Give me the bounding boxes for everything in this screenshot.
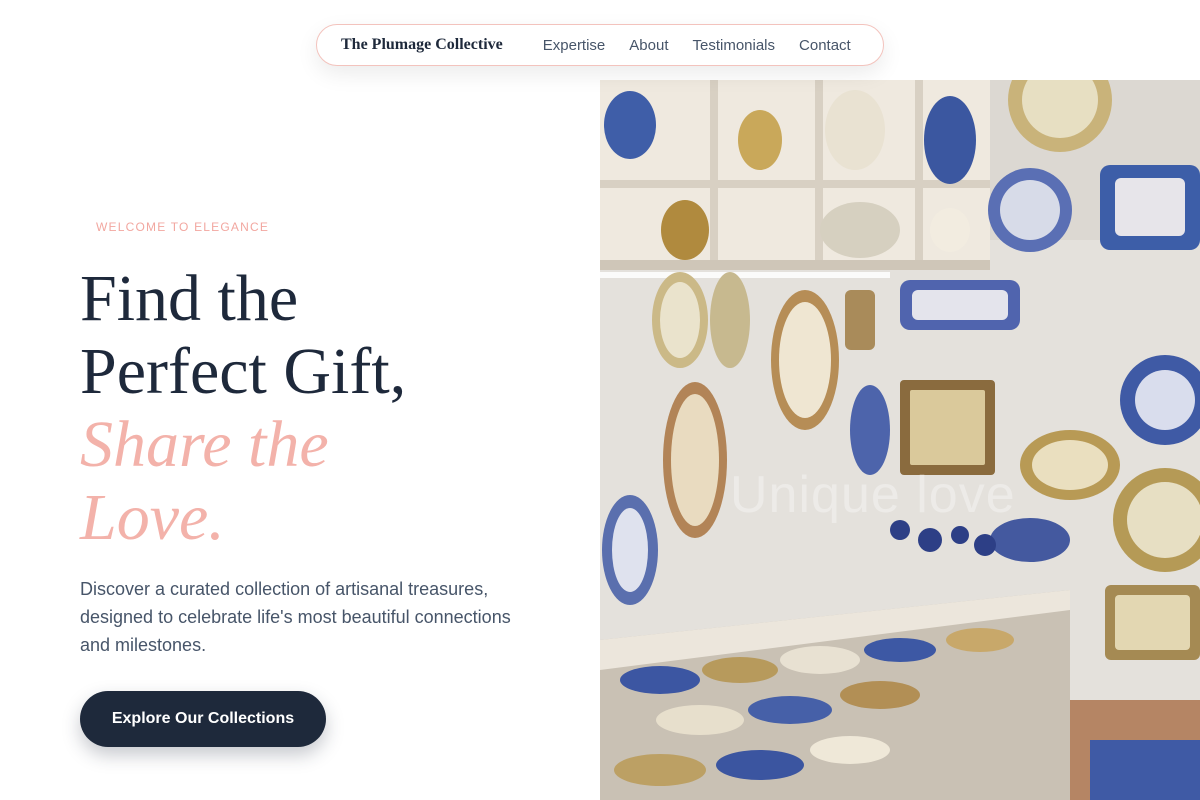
hero-headline: Find the Perfect Gift, Share the Love.: [80, 262, 580, 554]
nav-links: Expertise About Testimonials Contact: [543, 37, 851, 54]
top-nav: The Plumage Collective Expertise About T…: [316, 24, 884, 66]
ceramics-wall-illustration: [600, 80, 1200, 800]
nav-link-testimonials[interactable]: Testimonials: [692, 37, 775, 54]
nav-link-contact[interactable]: Contact: [799, 37, 851, 54]
hero-description: Discover a curated collection of artisan…: [80, 579, 511, 655]
image-watermark: Unique love: [730, 466, 1016, 524]
nav-link-about[interactable]: About: [629, 37, 668, 54]
hero-eyebrow: WELCOME TO ELEGANCE: [96, 220, 270, 234]
nav-link-expertise[interactable]: Expertise: [543, 37, 606, 54]
explore-collections-button[interactable]: Explore Our Collections: [80, 691, 326, 747]
headline-accent-line-1: Share the: [80, 408, 329, 481]
brand-logo[interactable]: The Plumage Collective: [341, 36, 503, 54]
headline-line-2: Perfect Gift,: [80, 335, 407, 408]
hero-image: Unique love: [600, 80, 1200, 800]
headline-line-1: Find the: [80, 262, 299, 335]
headline-accent-line-2: Love.: [80, 481, 225, 554]
